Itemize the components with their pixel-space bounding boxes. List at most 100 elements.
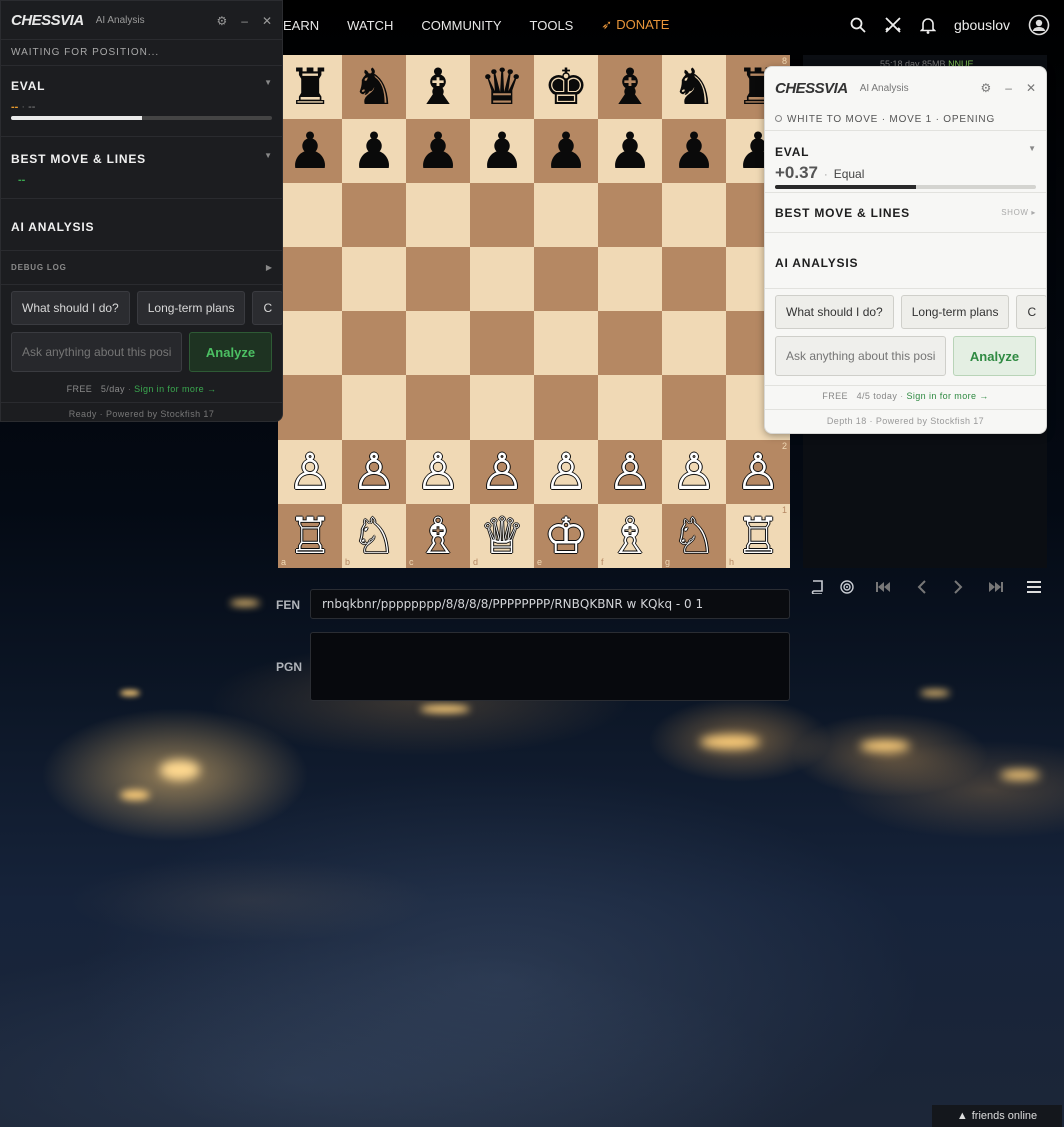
square-c4[interactable] [406,311,470,376]
book-icon[interactable] [808,577,826,597]
square-b4[interactable] [342,311,406,376]
collapse-icon[interactable]: ▼ [264,151,272,160]
chess-piece[interactable]: ♙ [288,447,333,497]
square-a6[interactable] [278,183,342,248]
square-a2[interactable]: ♙ [278,439,342,504]
chip-more[interactable]: C [1016,295,1046,329]
chess-piece[interactable]: ♙ [544,447,589,497]
square-g7[interactable]: ♟ [662,119,726,184]
ai-analysis-section[interactable]: AI ANALYSIS [1,203,282,251]
square-f1[interactable]: ♗ f [598,503,662,568]
square-g2[interactable]: ♙ [662,439,726,504]
square-d5[interactable] [470,247,534,312]
last-icon[interactable] [986,577,1006,597]
close-icon[interactable]: ✕ [262,14,272,28]
nav-tools[interactable]: TOOLS [530,18,574,33]
sign-in-link[interactable]: Sign in for more → [134,384,216,394]
gear-icon[interactable]: ⚙ [980,81,991,95]
chess-piece[interactable]: ♟ [416,126,461,176]
square-a3[interactable] [278,375,342,440]
nav-community[interactable]: COMMUNITY [421,18,501,33]
square-f3[interactable] [598,375,662,440]
best-move-section[interactable]: BEST MOVE & LINES SHOW ▸ [765,193,1046,233]
collapse-icon[interactable]: ▼ [264,78,272,87]
chess-piece[interactable]: ♔ [544,511,589,561]
square-g4[interactable] [662,311,726,376]
square-b3[interactable] [342,375,406,440]
friends-online-button[interactable]: ▲ friends online [932,1105,1062,1127]
nav-donate[interactable]: ➶ DONATE [601,17,669,33]
chess-piece[interactable]: ♙ [736,447,781,497]
analyze-button[interactable]: Analyze [953,336,1036,376]
square-d3[interactable] [470,375,534,440]
square-a7[interactable]: ♟ [278,119,342,184]
square-e5[interactable] [534,247,598,312]
square-c5[interactable] [406,247,470,312]
chess-piece[interactable]: ♙ [480,447,525,497]
expand-icon[interactable]: ▶ [266,263,272,272]
square-e4[interactable] [534,311,598,376]
square-d4[interactable] [470,311,534,376]
chess-piece[interactable]: ♟ [480,126,525,176]
show-toggle[interactable]: SHOW ▸ [1001,208,1036,217]
panel-header[interactable]: CHESSVIA AI Analysis ⚙ – ✕ [765,67,1046,109]
prev-icon[interactable] [912,577,932,597]
square-c3[interactable] [406,375,470,440]
chess-board[interactable]: ♜ ♞ ♝ ♛ ♚ ♝ ♞ ♜ 8 ♟ ♟ ♟ ♟ ♟ ♟ ♟ ♟ ♙ ♙ ♙ ♙ ♙ ♙ ♙ ♙ 2 ♖ a ♘ b ♗ c ♕ d ♔ e ♗ f ♘ g… [278,55,790,568]
square-e6[interactable] [534,183,598,248]
square-e7[interactable]: ♟ [534,119,598,184]
square-g3[interactable] [662,375,726,440]
square-d6[interactable] [470,183,534,248]
chess-piece[interactable]: ♟ [544,126,589,176]
fen-input[interactable]: rnbqkbnr/pppppppp/8/8/8/8/PPPPPPPP/RNBQK… [310,589,790,619]
chess-piece[interactable]: ♛ [480,62,525,112]
chess-piece[interactable]: ♟ [672,126,717,176]
square-b5[interactable] [342,247,406,312]
nav-watch[interactable]: WATCH [347,18,393,33]
menu-icon[interactable] [1024,577,1044,597]
chess-piece[interactable]: ♟ [288,126,333,176]
square-g5[interactable] [662,247,726,312]
ai-analysis-section[interactable]: AI ANALYSIS [765,237,1046,289]
chess-piece[interactable]: ♟ [608,126,653,176]
chess-piece[interactable]: ♝ [608,62,653,112]
chess-piece[interactable]: ♕ [480,511,525,561]
eval-section[interactable]: EVAL ▼ +0.37 · Equal [765,131,1046,193]
best-move-section[interactable]: BEST MOVE & LINES ▼ -- [1,137,282,199]
square-b7[interactable]: ♟ [342,119,406,184]
chip-long-term-plans[interactable]: Long-term plans [136,291,246,325]
ask-input[interactable] [11,332,182,372]
collapse-icon[interactable]: ▼ [1028,144,1036,153]
square-d8[interactable]: ♛ [470,55,534,120]
bell-icon[interactable] [919,17,936,34]
ask-input[interactable] [775,336,946,376]
square-b1[interactable]: ♘ b [342,503,406,568]
chess-piece[interactable]: ♙ [608,447,653,497]
square-e1[interactable]: ♔ e [534,503,598,568]
square-h2[interactable]: ♙ 2 [726,439,790,504]
chess-piece[interactable]: ♞ [352,62,397,112]
square-e3[interactable] [534,375,598,440]
chess-piece[interactable]: ♜ [288,62,333,112]
analyze-button[interactable]: Analyze [189,332,272,372]
chip-more[interactable]: C [252,291,282,325]
square-f8[interactable]: ♝ [598,55,662,120]
square-e8[interactable]: ♚ [534,55,598,120]
sign-in-link[interactable]: Sign in for more → [906,391,988,401]
square-b8[interactable]: ♞ [342,55,406,120]
chess-piece[interactable]: ♗ [608,511,653,561]
username[interactable]: gbouslov [954,17,1010,33]
square-b6[interactable] [342,183,406,248]
chess-piece[interactable]: ♖ [288,511,333,561]
square-a8[interactable]: ♜ [278,55,342,120]
square-d1[interactable]: ♕ d [470,503,534,568]
chess-piece[interactable]: ♟ [352,126,397,176]
panel-header[interactable]: CHESSVIA AI Analysis ⚙ – ✕ [1,1,282,40]
minimize-icon[interactable]: – [1005,81,1012,95]
square-a4[interactable] [278,311,342,376]
next-icon[interactable] [948,577,968,597]
square-d2[interactable]: ♙ [470,439,534,504]
square-a5[interactable] [278,247,342,312]
square-a1[interactable]: ♖ a [278,503,342,568]
gear-icon[interactable]: ⚙ [216,14,227,28]
